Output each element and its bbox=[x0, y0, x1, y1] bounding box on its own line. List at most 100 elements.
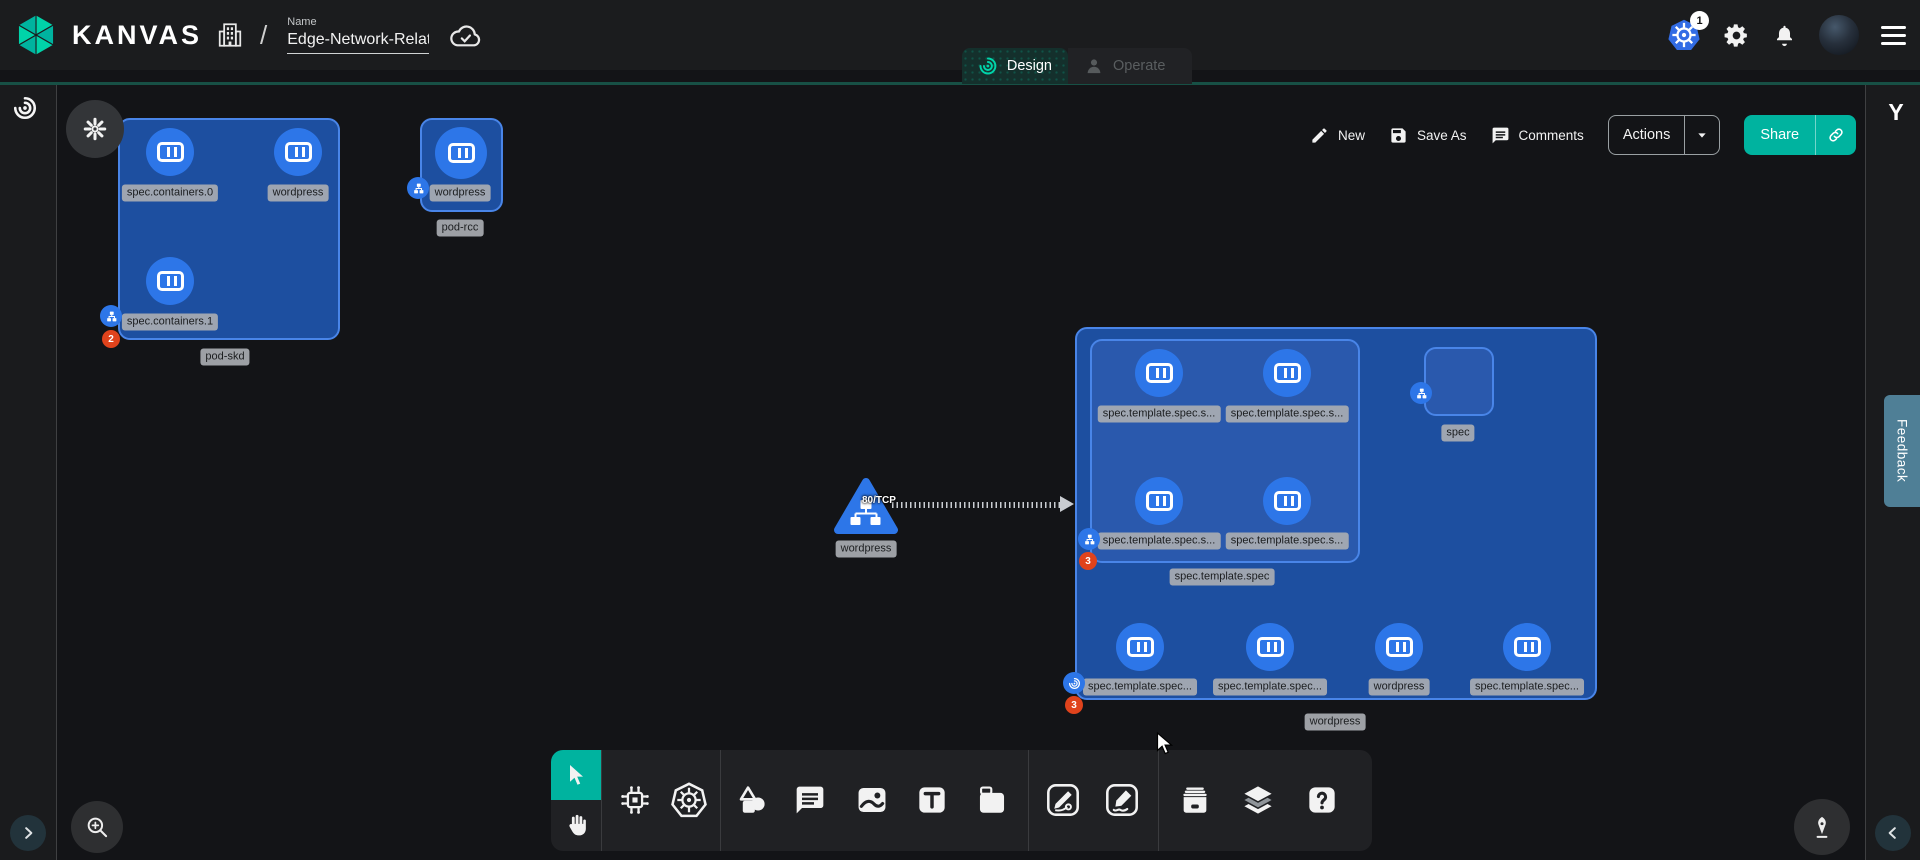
node-container-wordpress-rcc[interactable] bbox=[435, 127, 487, 179]
copy-link-segment[interactable] bbox=[1815, 115, 1856, 155]
text-tool-button[interactable] bbox=[910, 778, 954, 822]
help-button[interactable] bbox=[1300, 778, 1344, 822]
container-icon bbox=[1274, 491, 1301, 511]
node-label: spec.template.spec... bbox=[1213, 679, 1327, 696]
layout-freeze-button[interactable] bbox=[66, 100, 124, 158]
container-icon bbox=[1257, 637, 1284, 657]
node-container-template-3[interactable] bbox=[1135, 477, 1183, 525]
notifications-bell-icon[interactable] bbox=[1772, 23, 1797, 48]
zoom-in-button[interactable] bbox=[71, 801, 123, 853]
freehand-draw-tool-button[interactable] bbox=[1100, 778, 1144, 822]
k8s-context-count-badge: 1 bbox=[1690, 11, 1709, 30]
pen-settings-button[interactable] bbox=[1794, 799, 1850, 855]
components-tool-button[interactable] bbox=[613, 778, 657, 822]
toolbar-divider bbox=[601, 750, 602, 851]
node-container-spec-containers-0[interactable] bbox=[146, 128, 194, 176]
design-name-field: Name bbox=[287, 16, 429, 54]
node-container-template-2[interactable] bbox=[1263, 349, 1311, 397]
node-container-deploy-1[interactable] bbox=[1116, 623, 1164, 671]
node-service-wordpress[interactable] bbox=[834, 477, 898, 535]
group-label: pod-skd bbox=[200, 349, 249, 366]
node-label: spec.template.spec.s... bbox=[1226, 406, 1349, 423]
share-button[interactable]: Share bbox=[1744, 115, 1856, 155]
expand-left-panel-button[interactable] bbox=[10, 815, 46, 851]
node-container-template-4[interactable] bbox=[1263, 477, 1311, 525]
hamburger-menu-icon[interactable] bbox=[1881, 26, 1906, 45]
organization-icon[interactable] bbox=[216, 21, 244, 49]
kubernetes-components-button[interactable] bbox=[667, 778, 711, 822]
tab-underline bbox=[0, 82, 1920, 85]
error-count-badge[interactable]: 3 bbox=[1079, 552, 1097, 570]
select-tool-button[interactable] bbox=[551, 750, 601, 800]
node-container-template-1[interactable] bbox=[1135, 349, 1183, 397]
node-label: spec.containers.1 bbox=[122, 314, 218, 331]
error-count-badge[interactable]: 3 bbox=[1065, 696, 1083, 714]
design-tab-icon bbox=[978, 56, 998, 76]
relationship-badge[interactable] bbox=[407, 177, 429, 199]
relationship-badge[interactable] bbox=[1078, 528, 1100, 550]
save-as-button-label: Save As bbox=[1417, 128, 1467, 143]
comment-tool-button[interactable] bbox=[788, 778, 832, 822]
kanvas-logo-icon[interactable] bbox=[14, 13, 58, 57]
node-label: wordpress bbox=[1369, 679, 1430, 696]
actions-caret[interactable] bbox=[1684, 116, 1719, 154]
tab-design[interactable]: Design bbox=[962, 48, 1068, 84]
group-label: spec bbox=[1441, 425, 1474, 442]
edge-service-to-deployment[interactable] bbox=[892, 502, 1066, 508]
user-avatar[interactable] bbox=[1819, 15, 1859, 55]
node-label: spec.template.spec... bbox=[1083, 679, 1197, 696]
container-icon bbox=[1146, 491, 1173, 511]
link-icon bbox=[1827, 126, 1845, 144]
edge-style-tool-button[interactable] bbox=[1041, 778, 1085, 822]
node-container-deploy-2[interactable] bbox=[1246, 623, 1294, 671]
group-label: wordpress bbox=[1305, 714, 1366, 731]
drawer-icon bbox=[1178, 783, 1212, 817]
save-as-button[interactable]: Save As bbox=[1389, 126, 1467, 145]
freehand-pencil-icon bbox=[1104, 782, 1140, 818]
design-name-input[interactable] bbox=[287, 29, 429, 54]
pan-tool-button[interactable] bbox=[554, 803, 598, 847]
chevron-left-icon bbox=[1884, 824, 1902, 842]
node-label: spec.template.spec.s... bbox=[1226, 533, 1349, 550]
container-icon bbox=[1146, 363, 1173, 383]
node-container-spec-containers-1[interactable] bbox=[146, 257, 194, 305]
k8s-context-button[interactable]: 1 bbox=[1667, 18, 1701, 52]
error-count-badge[interactable]: 2 bbox=[102, 330, 120, 348]
chevron-right-icon bbox=[19, 824, 37, 842]
layers-button[interactable] bbox=[1236, 778, 1280, 822]
hierarchy-icon bbox=[1083, 533, 1096, 546]
node-container-deploy-wordpress[interactable] bbox=[1375, 623, 1423, 671]
actions-button-label: Actions bbox=[1609, 116, 1685, 154]
text-icon bbox=[916, 784, 948, 816]
tab-operate[interactable]: Operate bbox=[1068, 48, 1192, 84]
note-icon bbox=[975, 783, 1009, 817]
kubernetes-wheel-icon bbox=[671, 782, 707, 818]
comments-button[interactable]: Comments bbox=[1491, 126, 1584, 145]
caret-down-icon bbox=[1694, 127, 1710, 143]
relationship-badge[interactable] bbox=[1063, 672, 1085, 694]
relationship-badge[interactable] bbox=[100, 305, 122, 327]
collapse-right-panel-button[interactable] bbox=[1875, 815, 1911, 851]
share-button-label: Share bbox=[1744, 115, 1815, 155]
node-label: wordpress bbox=[836, 541, 897, 558]
relationship-badge[interactable] bbox=[1410, 382, 1432, 404]
designs-drawer-button[interactable] bbox=[1173, 778, 1217, 822]
container-icon bbox=[285, 142, 312, 162]
settings-gear-icon[interactable] bbox=[1723, 22, 1750, 49]
node-container-wordpress[interactable] bbox=[274, 128, 322, 176]
container-icon bbox=[1127, 637, 1154, 657]
left-rail bbox=[0, 84, 57, 860]
shapes-tool-button[interactable] bbox=[730, 778, 774, 822]
node-label: wordpress bbox=[430, 185, 491, 202]
node-container-deploy-3[interactable] bbox=[1503, 623, 1551, 671]
image-tool-button[interactable] bbox=[850, 778, 894, 822]
note-tool-button[interactable] bbox=[970, 778, 1014, 822]
feedback-tab[interactable]: Feedback bbox=[1884, 395, 1920, 507]
container-icon bbox=[157, 142, 184, 162]
group-spec[interactable] bbox=[1424, 347, 1494, 416]
design-tab-label: Design bbox=[1007, 58, 1052, 74]
new-button[interactable]: New bbox=[1310, 126, 1365, 145]
group-spec-template-spec[interactable] bbox=[1090, 339, 1360, 563]
snowflake-icon bbox=[82, 116, 108, 142]
actions-dropdown-button[interactable]: Actions bbox=[1608, 115, 1721, 155]
